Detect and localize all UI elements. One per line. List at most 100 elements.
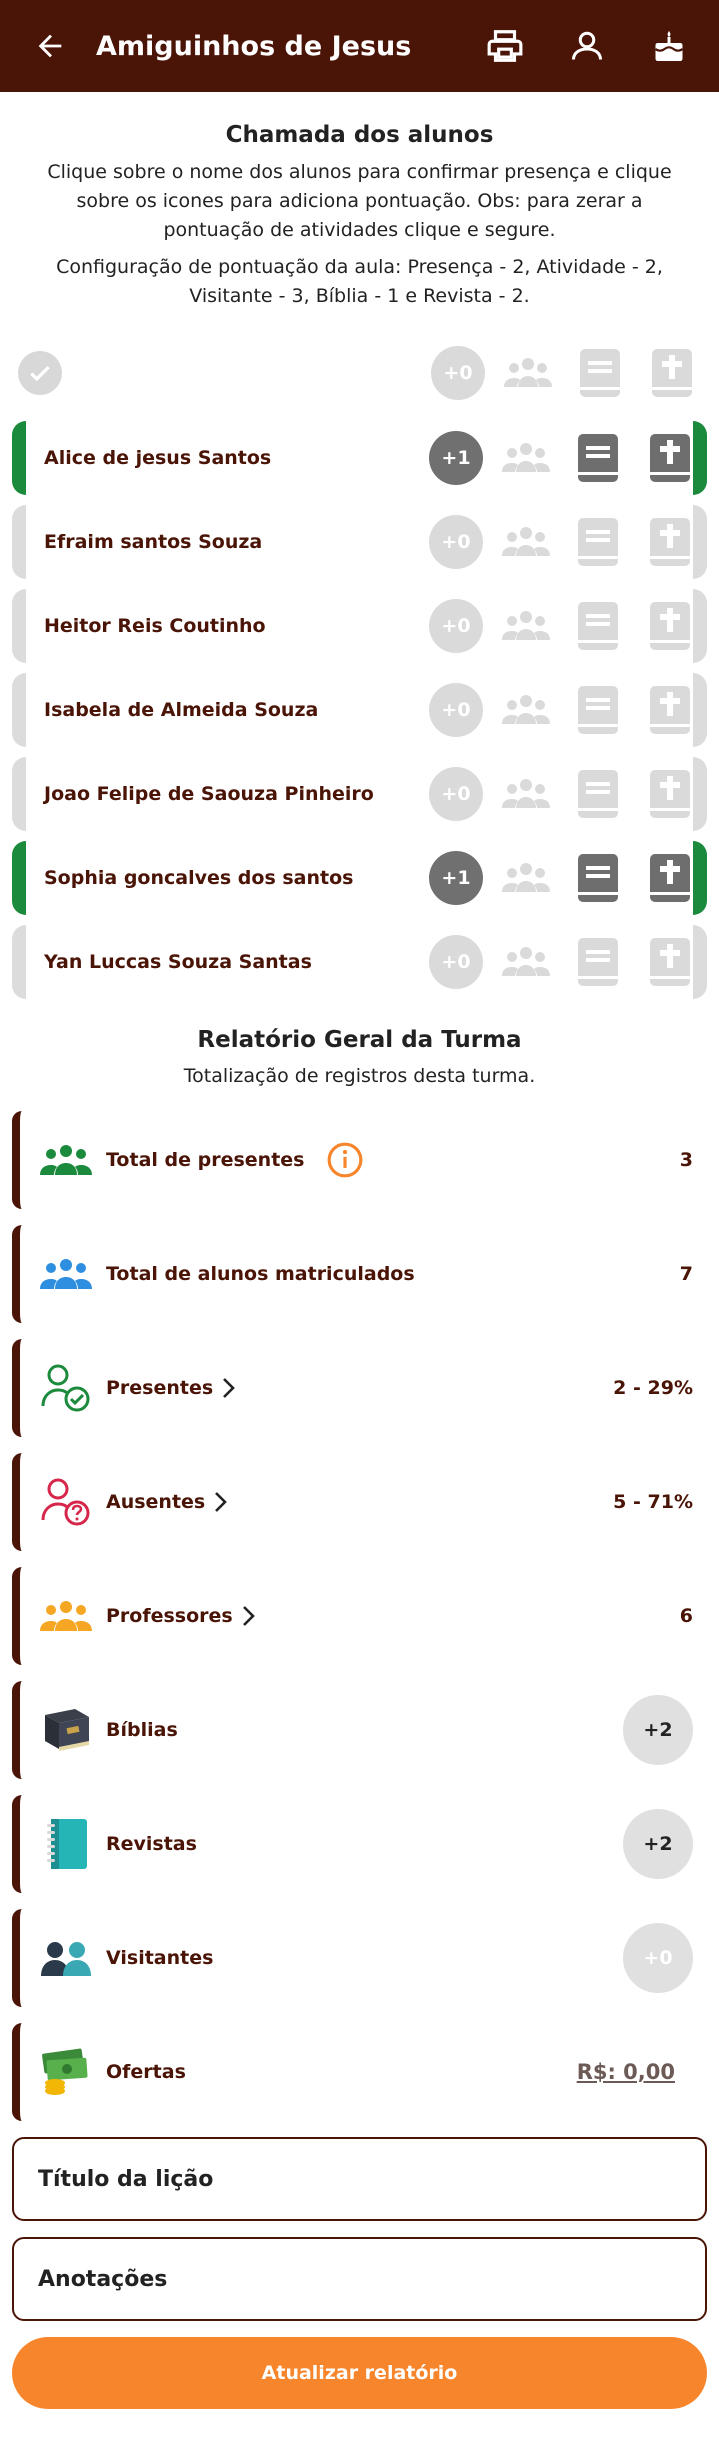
money-icon [38,2044,94,2100]
group-activity-icon[interactable] [497,933,555,991]
group-activity-icon[interactable] [497,597,555,655]
points-config: Configuração de pontuação da aula: Prese… [56,256,663,307]
student-row[interactable]: Heitor Reis Coutinho +0 [12,589,707,663]
revistas-label: Revistas [106,1833,197,1855]
student-row[interactable]: Sophia goncalves dos santos +1 [12,841,707,915]
group-activity-icon[interactable] [497,513,555,571]
student-row[interactable]: Yan Luccas Souza Santas +0 [12,925,707,999]
total-matriculados-label: Total de alunos matriculados [106,1263,415,1285]
person-question-icon [38,1474,94,1530]
biblias-count-badge[interactable]: +2 [623,1695,693,1765]
professores-value: 6 [679,1605,693,1627]
student-points-badge[interactable]: +1 [429,851,483,905]
student-row[interactable]: Joao Felipe de Saouza Pinheiro +0 [12,757,707,831]
magazine-icon[interactable] [569,681,627,739]
ausentes-value: 5 - 71% [613,1491,693,1513]
back-arrow-icon[interactable] [20,16,80,76]
visitors-icon [38,1930,94,1986]
person-check-icon [38,1360,94,1416]
student-name[interactable]: Sophia goncalves dos santos [44,867,429,889]
total-presentes-value: 3 [679,1149,693,1171]
report-title: Relatório Geral da Turma [197,1027,522,1053]
magazine-icon[interactable] [569,597,627,655]
group-teachers-icon [38,1588,94,1644]
magazine-icon[interactable] [571,344,629,402]
group-enrolled-icon [38,1246,94,1302]
lesson-title-field[interactable]: Título da lição [12,2137,707,2221]
bible-icon[interactable] [641,765,699,823]
print-icon[interactable] [475,16,535,76]
total-presentes-text: Total de presentes [106,1149,305,1171]
group-activity-icon[interactable] [497,849,555,907]
ausentes-label[interactable]: Ausentes [106,1491,229,1513]
student-name[interactable]: Heitor Reis Coutinho [44,615,429,637]
select-all-check-icon[interactable] [18,351,62,395]
group-activity-icon[interactable] [497,429,555,487]
presentes-value: 2 - 29% [613,1377,693,1399]
info-icon[interactable] [326,1141,364,1179]
student-name[interactable]: Alice de jesus Santos [44,447,429,469]
app-bar: Amiguinhos de Jesus [0,0,719,92]
ausentes-text[interactable]: Ausentes [106,1491,205,1513]
student-name[interactable]: Joao Felipe de Saouza Pinheiro [44,783,429,805]
update-report-button[interactable]: Atualizar relatório [12,2337,707,2409]
visitantes-count-badge[interactable]: +0 [623,1923,693,1993]
bible-icon[interactable] [641,681,699,739]
student-row[interactable]: Efraim santos Souza +0 [12,505,707,579]
birthday-cake-icon[interactable] [639,16,699,76]
bible-icon[interactable] [641,429,699,487]
bible-icon[interactable] [641,933,699,991]
total-matriculados-value: 7 [679,1263,693,1285]
card-visitantes: Visitantes +0 [12,1909,707,2007]
visitantes-label: Visitantes [106,1947,214,1969]
notebook-icon [38,1816,94,1872]
presentes-label[interactable]: Presentes [106,1377,237,1399]
group-activity-icon[interactable] [497,765,555,823]
magazine-icon[interactable] [569,513,627,571]
student-points-badge[interactable]: +1 [429,431,483,485]
card-ofertas: Ofertas R$: 0,00 [12,2023,707,2121]
presentes-text[interactable]: Presentes [106,1377,213,1399]
bible-book-icon [38,1702,94,1758]
bible-icon[interactable] [641,849,699,907]
ofertas-amount-link[interactable]: R$: 0,00 [577,2060,675,2084]
card-ausentes[interactable]: Ausentes 5 - 71% [12,1453,707,1551]
bible-icon[interactable] [643,344,701,402]
student-name[interactable]: Isabela de Almeida Souza [44,699,429,721]
select-all-row: +0 [0,335,719,411]
notes-field[interactable]: Anotações [12,2237,707,2321]
all-points-badge[interactable]: +0 [431,346,485,400]
card-total-presentes: Total de presentes 3 [12,1111,707,1209]
chevron-right-icon[interactable] [213,1491,229,1513]
profile-icon[interactable] [557,16,617,76]
card-professores[interactable]: Professores 6 [12,1567,707,1665]
card-presentes[interactable]: Presentes 2 - 29% [12,1339,707,1437]
student-name[interactable]: Yan Luccas Souza Santas [44,951,429,973]
magazine-icon[interactable] [569,849,627,907]
magazine-icon[interactable] [569,765,627,823]
student-list: Alice de jesus Santos +1 Efraim santos S… [0,421,719,999]
student-points-badge[interactable]: +0 [429,599,483,653]
group-activity-icon[interactable] [499,344,557,402]
student-points-badge[interactable]: +0 [429,683,483,737]
magazine-icon[interactable] [569,429,627,487]
professores-text[interactable]: Professores [106,1605,233,1627]
bible-icon[interactable] [641,513,699,571]
revistas-count-badge[interactable]: +2 [623,1809,693,1879]
ofertas-label: Ofertas [106,2061,186,2083]
chevron-right-icon[interactable] [221,1377,237,1399]
professores-label[interactable]: Professores [106,1605,257,1627]
group-activity-icon[interactable] [497,681,555,739]
page-title: Amiguinhos de Jesus [96,30,412,62]
magazine-icon[interactable] [569,933,627,991]
student-points-badge[interactable]: +0 [429,935,483,989]
attendance-title: Chamada dos alunos [225,122,494,148]
student-points-badge[interactable]: +0 [429,767,483,821]
bible-icon[interactable] [641,597,699,655]
attendance-instructions: Clique sobre o nome dos alunos para conf… [47,161,672,241]
student-row[interactable]: Alice de jesus Santos +1 [12,421,707,495]
student-points-badge[interactable]: +0 [429,515,483,569]
student-name[interactable]: Efraim santos Souza [44,531,429,553]
student-row[interactable]: Isabela de Almeida Souza +0 [12,673,707,747]
chevron-right-icon[interactable] [241,1605,257,1627]
